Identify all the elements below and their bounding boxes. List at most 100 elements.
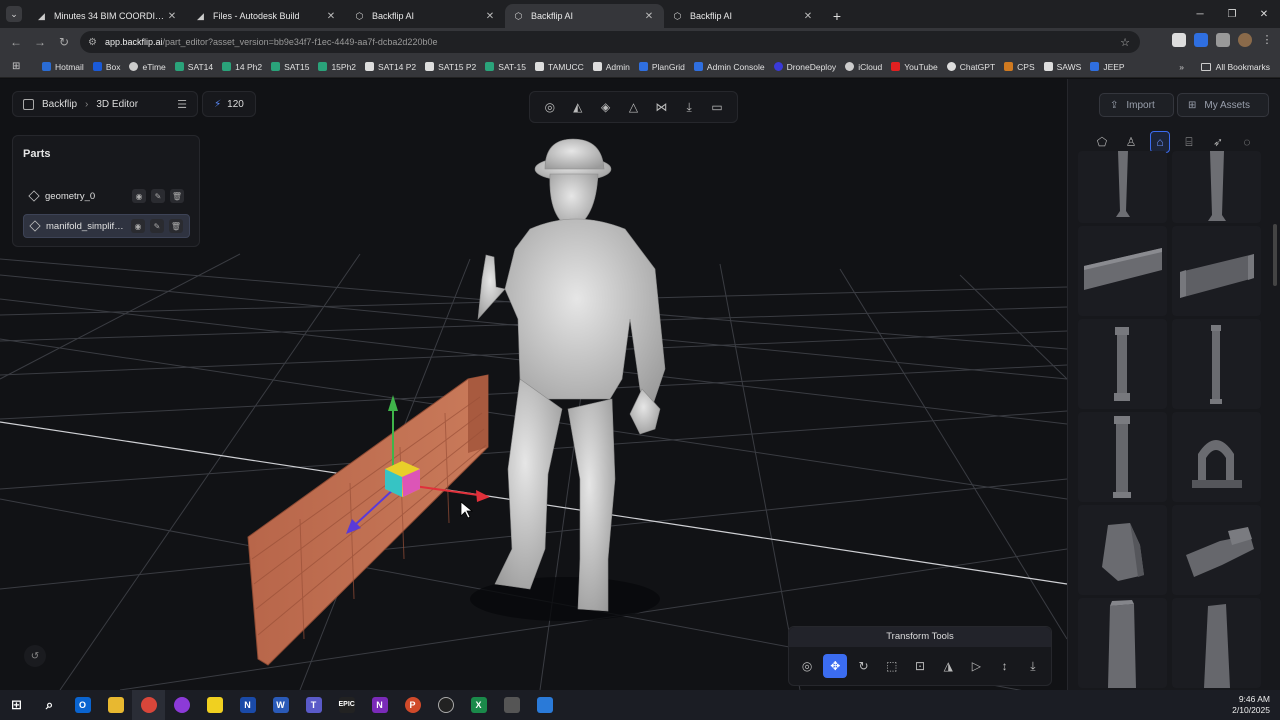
trash-icon[interactable]: 🗑 [169,219,183,233]
teams-icon[interactable]: T [297,690,330,720]
close-icon[interactable]: ✕ [801,11,815,22]
worker-model[interactable] [477,138,666,612]
bookmark[interactable]: iCloud [845,62,882,72]
diamond-icon[interactable]: ◈ [597,98,615,116]
chrome-icon[interactable] [132,690,165,720]
more-icon[interactable]: ⋮ [1260,33,1274,47]
epic-icon[interactable]: EPIC [330,690,363,720]
bookmark[interactable]: SAT14 [174,62,213,72]
app-icon[interactable] [528,690,561,720]
triangle-icon[interactable]: △ [624,98,642,116]
video-camera-icon[interactable]: ▭ [708,98,726,116]
asset-thumbnail-column-ornate[interactable] [1078,319,1167,409]
close-icon[interactable]: ✕ [642,11,656,22]
browser-tab[interactable]: ⬡ Backflip AI ✕ [346,4,505,28]
file-explorer-icon[interactable] [99,690,132,720]
tab-search-button[interactable]: ⌄ [0,0,28,28]
globe-icon[interactable]: ◎ [795,654,819,678]
reload-icon[interactable]: ↻ [52,35,76,49]
system-clock[interactable]: 9:46 AM 2/10/2025 [1232,694,1270,716]
part-item[interactable]: geometry_0 ◉ ✎ 🗑 [23,184,190,208]
my-assets-button[interactable]: ⊞ My Assets [1177,93,1269,117]
bookmark[interactable]: TAMUCC [535,62,584,72]
bookmark[interactable]: SAT15 [271,62,309,72]
site-info-icon[interactable]: ⚙ [88,37,97,48]
asset-thumbnail-rubble[interactable] [1172,505,1261,595]
scrollbar[interactable] [1273,224,1277,286]
part-item-selected[interactable]: manifold_simplified ◉ ✎ 🗑 [23,214,190,238]
bookmark[interactable]: ChatGPT [946,62,995,72]
import-button[interactable]: ⇪ Import [1099,93,1174,117]
trash-icon[interactable]: 🗑 [170,189,184,203]
url-input[interactable]: ⚙ app.backflip.ai/part_editor?asset_vers… [80,31,1140,53]
bookmark[interactable]: SAT15 P2 [425,62,476,72]
browser-tab[interactable]: ◢ Minutes 34 BIM COORDINATIO✕ [28,4,187,28]
star-icon[interactable]: ☆ [1120,36,1130,49]
apps-icon[interactable]: ⊞ [12,61,26,72]
browser-tab[interactable]: ◢ Files - Autodesk Build ✕ [187,4,346,28]
mirror-icon[interactable]: ◮ [936,654,960,678]
bookmark[interactable]: CPS [1004,62,1035,72]
puzzle-icon[interactable] [1216,33,1230,47]
new-tab-button[interactable]: + [823,4,851,28]
brick-wall-model[interactable] [247,374,489,666]
lightbulb-icon[interactable]: ◌ [1237,131,1257,153]
sticky-notes-icon[interactable] [198,690,231,720]
globe-icon[interactable]: ◎ [541,98,559,116]
building-icon[interactable]: ⌂ [1150,131,1170,153]
restore-icon[interactable]: ❐ [1216,0,1248,28]
asset-thumbnail-column[interactable] [1078,151,1167,223]
close-icon[interactable]: ✕ [483,11,497,22]
navisworks-icon[interactable]: N [231,690,264,720]
asset-thumbnail-arch[interactable] [1172,412,1261,502]
bookmark[interactable]: 14 Ph2 [222,62,262,72]
eye-icon[interactable]: ◉ [132,189,146,203]
rotate-icon[interactable]: ↻ [852,654,876,678]
close-window-icon[interactable]: ✕ [1248,0,1280,28]
bookmark[interactable]: Box [92,62,120,72]
asset-thumbnail-column-slim[interactable] [1172,319,1261,409]
asset-thumbnail-post[interactable] [1172,598,1261,688]
word-icon[interactable]: W [264,690,297,720]
asset-thumbnail-block[interactable] [1078,598,1167,688]
browser-tab[interactable]: ⬡ Backflip AI ✕ [664,4,823,28]
menu-icon[interactable]: ☰ [177,98,187,111]
back-icon[interactable]: ← [4,35,28,49]
minimize-icon[interactable]: ─ [1184,0,1216,28]
edit-icon[interactable]: ✎ [151,189,165,203]
bookmark[interactable]: SAWS [1043,62,1081,72]
history-icon[interactable]: ↺ [24,645,46,667]
bookmark[interactable]: DroneDeploy [773,62,836,72]
all-bookmarks[interactable]: All Bookmarks [1200,62,1270,72]
bookmark[interactable]: Admin Console [693,62,765,72]
outlook-icon[interactable]: O [66,690,99,720]
onenote-icon[interactable]: N [363,690,396,720]
asset-thumbnail-ruin[interactable] [1078,505,1167,595]
credits-badge[interactable]: ⚡ 120 [202,91,256,117]
bookmark[interactable]: YouTube [891,62,938,72]
drop-to-floor-icon[interactable]: ⤓ [1021,654,1045,678]
app-icon[interactable] [429,690,462,720]
close-icon[interactable]: ✕ [165,11,179,22]
move-icon[interactable]: ✥ [823,654,848,678]
asset-thumbnail-pillar[interactable] [1172,151,1261,223]
shapes-icon[interactable]: ⬠ [1092,131,1112,153]
asset-thumbnail-column-tall[interactable] [1078,412,1167,502]
3d-viewport[interactable]: Backflip › 3D Editor ☰ ⚡ 120 Parts geome… [0,79,1067,690]
close-icon[interactable]: ✕ [324,11,338,22]
extension-icon[interactable] [1194,33,1208,47]
bookmark[interactable]: 15Ph2 [318,62,356,72]
asset-thumbnail-wall[interactable] [1078,226,1167,316]
bookmark[interactable]: SAT14 P2 [365,62,416,72]
search-icon[interactable]: ⌕ [33,690,66,720]
cylinder-icon[interactable]: ⌸ [1179,131,1199,153]
rocket-icon[interactable]: ➶ [1208,131,1228,153]
app-icon[interactable] [165,690,198,720]
calculator-icon[interactable] [495,690,528,720]
edit-icon[interactable]: ✎ [150,219,164,233]
character-icon[interactable]: ♙ [1121,131,1141,153]
bookmark[interactable]: JEEP [1090,62,1125,72]
paint-bucket-icon[interactable]: ◭ [569,98,587,116]
bookmark[interactable]: Admin [592,62,630,72]
breadcrumb-brand[interactable]: Backflip [42,99,77,110]
